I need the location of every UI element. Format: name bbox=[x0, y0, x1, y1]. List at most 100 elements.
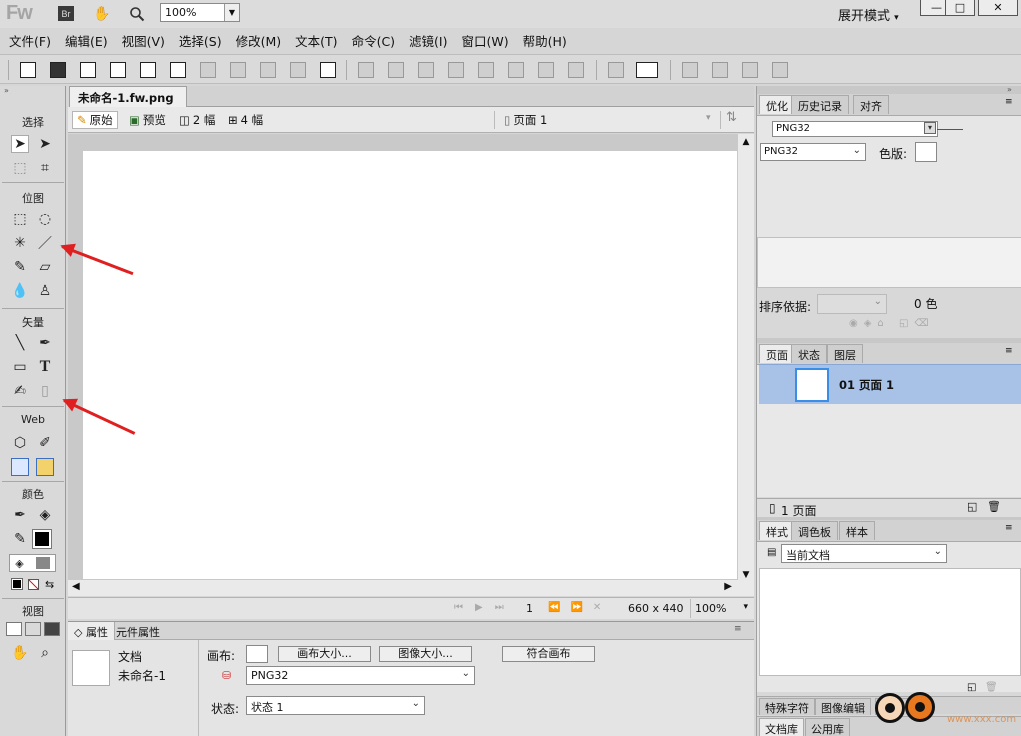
tab-styles[interactable]: 样式 bbox=[759, 521, 795, 540]
tab-properties[interactable]: ◇ 属性 bbox=[68, 622, 115, 640]
status-zoom-select[interactable]: 100% ▾ bbox=[690, 599, 752, 618]
workspace-mode[interactable]: 展开模式 ▾ bbox=[838, 5, 899, 24]
scale-tool-icon[interactable]: ⬚ bbox=[11, 159, 29, 177]
default-colors-icon[interactable] bbox=[11, 578, 23, 590]
page-list-item[interactable]: 01 页面 1 bbox=[759, 364, 1021, 404]
menu-help[interactable]: 帮助(H) bbox=[523, 31, 567, 50]
send-backward-icon[interactable] bbox=[538, 62, 554, 78]
menu-window[interactable]: 窗口(W) bbox=[462, 31, 509, 50]
scroll-up-icon[interactable]: ▲ bbox=[738, 137, 754, 147]
rotate-icon[interactable] bbox=[608, 62, 624, 78]
tab-states[interactable]: 状态 bbox=[791, 344, 827, 363]
ungroup-icon[interactable] bbox=[388, 62, 404, 78]
brush-tool-icon[interactable]: ／ bbox=[36, 234, 54, 252]
document-canvas[interactable] bbox=[83, 151, 737, 579]
paint-bucket-tool-icon[interactable]: ◈ bbox=[36, 506, 54, 524]
rectangle-tool-icon[interactable]: ▭ bbox=[11, 358, 29, 376]
text-tool-icon[interactable]: T bbox=[36, 358, 54, 376]
tab-document-library[interactable]: 文档库 bbox=[759, 718, 804, 736]
tab-samples[interactable]: 样本 bbox=[839, 521, 875, 540]
marquee-tool-icon[interactable]: ⬚ bbox=[11, 210, 29, 228]
menu-select[interactable]: 选择(S) bbox=[179, 31, 222, 50]
collapse-arrows-icon[interactable]: » bbox=[4, 86, 62, 95]
rotate-ccw-icon[interactable] bbox=[682, 62, 698, 78]
rotate-cw-icon[interactable] bbox=[712, 62, 728, 78]
delete-style-icon[interactable]: 🗑 bbox=[985, 682, 998, 693]
zoom-icon[interactable] bbox=[128, 5, 146, 23]
tab-swatches[interactable]: 调色板 bbox=[791, 521, 838, 540]
new-style-icon[interactable]: ◱ bbox=[967, 682, 976, 693]
subselect-tool-icon[interactable]: ➤ bbox=[36, 135, 54, 153]
panel-menu-icon[interactable]: ≡ bbox=[1005, 97, 1013, 107]
tab-pages[interactable]: 页面 bbox=[759, 344, 795, 363]
copy-icon[interactable] bbox=[290, 62, 306, 78]
pen-tool-icon[interactable]: ✒ bbox=[36, 334, 54, 352]
panel-menu-icon[interactable]: ≡ bbox=[1005, 523, 1013, 533]
bring-to-front-icon[interactable] bbox=[508, 62, 524, 78]
save-icon[interactable] bbox=[50, 62, 66, 78]
maximize-button[interactable]: □ bbox=[945, 0, 975, 16]
canvas-size-button[interactable]: 画布大小... bbox=[278, 646, 371, 662]
view-4up-button[interactable]: ⊞ 4 幅 bbox=[224, 111, 267, 129]
rubber-stamp-tool-icon[interactable]: ♙ bbox=[36, 282, 54, 300]
menu-commands[interactable]: 命令(C) bbox=[352, 31, 395, 50]
optimize-format-select[interactable]: PNG32 ⌄ bbox=[760, 143, 866, 161]
hand-tool-icon[interactable]: ✋ bbox=[11, 644, 29, 662]
blur-tool-icon[interactable]: 💧 bbox=[11, 282, 29, 300]
knife-tool-icon[interactable]: ▯ bbox=[36, 382, 54, 400]
flip-horizontal-icon[interactable] bbox=[742, 62, 758, 78]
page-selector[interactable]: ▯ 页面 1 bbox=[500, 111, 551, 129]
hide-slices-icon[interactable] bbox=[11, 458, 29, 476]
panel-menu-icon[interactable]: ≡ bbox=[1005, 346, 1013, 356]
tab-align[interactable]: 对齐 bbox=[853, 95, 889, 114]
paste-icon[interactable] bbox=[320, 62, 336, 78]
frame-nav-controls[interactable]: ⏪⏩✕ bbox=[548, 602, 611, 613]
menu-edit[interactable]: 编辑(E) bbox=[65, 31, 108, 50]
bridge-button[interactable]: Br bbox=[58, 6, 74, 21]
print-icon[interactable] bbox=[170, 62, 186, 78]
standard-screen-mode-icon[interactable] bbox=[6, 622, 22, 636]
pencil-tool-icon[interactable]: ✎ bbox=[11, 258, 29, 276]
magic-wand-tool-icon[interactable]: ✳ bbox=[11, 234, 29, 252]
scroll-right-icon[interactable]: ▶ bbox=[724, 581, 732, 592]
canvas-color-swatch[interactable] bbox=[246, 645, 268, 663]
fill-color-control[interactable]: ◈ bbox=[9, 554, 56, 572]
cut-icon[interactable] bbox=[260, 62, 276, 78]
bring-forward-icon[interactable] bbox=[478, 62, 494, 78]
menu-view[interactable]: 视图(V) bbox=[122, 31, 165, 50]
close-button[interactable]: ✕ bbox=[978, 0, 1018, 16]
matte-color-swatch[interactable] bbox=[915, 142, 937, 162]
view-preview-button[interactable]: ▣ 预览 bbox=[125, 111, 170, 129]
sort-by-select[interactable]: ⌄ bbox=[817, 294, 887, 314]
eyedropper-tool-icon[interactable]: ✒ bbox=[11, 506, 29, 524]
new-page-icon[interactable]: ◱ bbox=[967, 500, 977, 513]
scroll-down-icon[interactable]: ▼ bbox=[738, 570, 754, 580]
color-table-actions[interactable]: ◉◈⌂ ◱⌫ bbox=[849, 318, 935, 329]
align-dropdown-icon[interactable] bbox=[636, 62, 658, 78]
tab-symbol-properties[interactable]: 元件属性 bbox=[110, 622, 166, 640]
import-icon[interactable] bbox=[110, 62, 126, 78]
export-icon[interactable] bbox=[140, 62, 156, 78]
menu-text[interactable]: 文本(T) bbox=[295, 31, 337, 50]
eraser-tool-icon[interactable]: ▱ bbox=[36, 258, 54, 276]
page-options-icon[interactable]: ⇅ bbox=[726, 110, 737, 125]
send-to-back-icon[interactable] bbox=[568, 62, 584, 78]
tab-special-characters[interactable]: 特殊字符 bbox=[759, 698, 815, 715]
stroke-color-icon[interactable]: ✎ bbox=[11, 530, 29, 548]
tab-common-library[interactable]: 公用库 bbox=[805, 718, 850, 736]
group-icon[interactable] bbox=[358, 62, 374, 78]
stroke-color-swatch[interactable] bbox=[32, 529, 52, 549]
export-format-select[interactable]: PNG32 ⌄ bbox=[246, 666, 475, 685]
line-tool-icon[interactable]: ╲ bbox=[11, 334, 29, 352]
full-screen-menus-mode-icon[interactable] bbox=[25, 622, 41, 636]
menu-file[interactable]: 文件(F) bbox=[9, 31, 51, 50]
zoom-level-select[interactable]: 100% ▼ bbox=[160, 3, 240, 22]
chevron-down-icon[interactable]: ▾ bbox=[706, 113, 711, 123]
crop-tool-icon[interactable]: ⌗ bbox=[36, 159, 54, 177]
pointer-tool-icon[interactable]: ➤ bbox=[11, 135, 29, 153]
tab-layers[interactable]: 图层 bbox=[827, 344, 863, 363]
scroll-left-icon[interactable]: ◀ bbox=[72, 581, 80, 592]
view-original-button[interactable]: ✎ 原始 bbox=[72, 111, 118, 129]
tab-image-editing[interactable]: 图像编辑 bbox=[815, 698, 871, 715]
undo-icon[interactable] bbox=[200, 62, 216, 78]
